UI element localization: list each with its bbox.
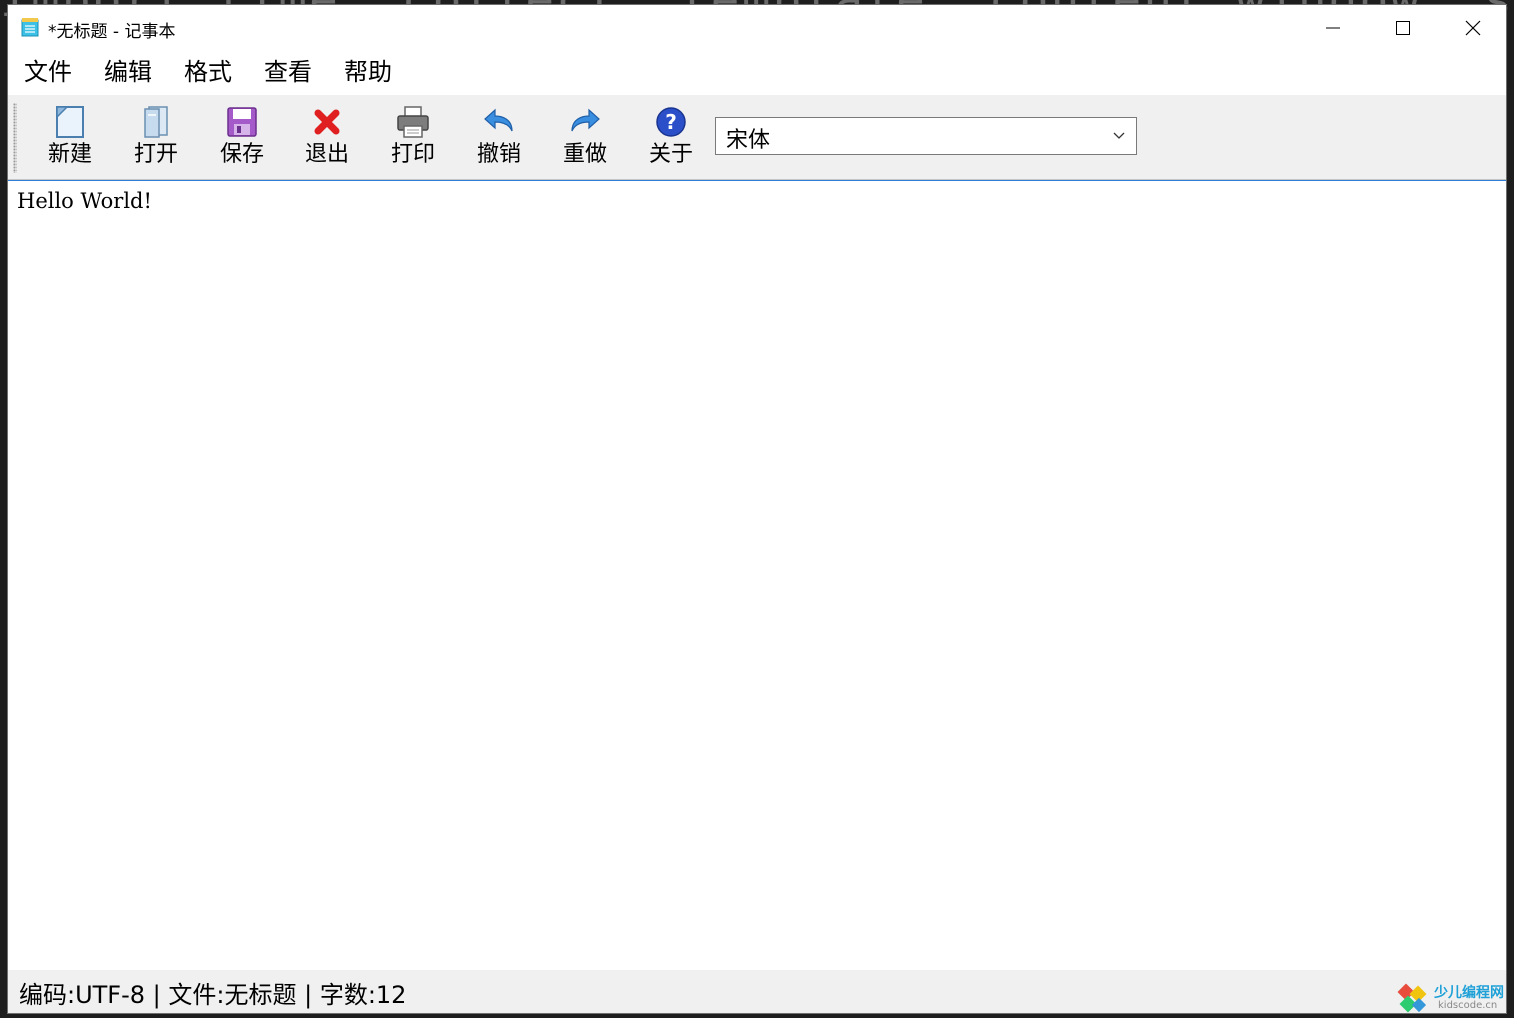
open-file-icon [144,106,168,138]
maximize-icon [1396,20,1410,35]
menu-file[interactable]: 文件 [8,50,88,95]
new-button[interactable]: 新建 [27,101,113,173]
window-title: *无标题 - 记事本 [48,22,176,42]
new-label: 新建 [47,142,92,167]
open-label: 打开 [133,142,178,167]
exit-icon [314,109,340,135]
exit-label: 退出 [304,142,349,167]
save-icon [227,107,257,137]
font-select-value: 宋体 [726,128,771,153]
status-bar: 编码:UTF-8 | 文件:无标题 | 字数:12 [8,970,1506,1013]
print-button[interactable]: 打印 [370,101,456,173]
print-label: 打印 [390,142,435,167]
about-button[interactable]: ? 关于 [628,101,714,173]
watermark: 少儿编程网 kidscode.cn [1394,980,1514,1018]
exit-button[interactable]: 退出 [284,101,370,173]
undo-button[interactable]: 撤销 [456,101,542,173]
title-bar[interactable]: *无标题 - 记事本 [8,5,1506,50]
menu-bar: 文件 编辑 格式 查看 帮助 [8,50,1506,95]
font-select[interactable]: 宋体 [715,117,1137,155]
printer-icon [397,106,429,138]
new-document-icon [56,106,84,138]
save-label: 保存 [219,142,264,167]
toolbar: 新建 打开 保存 退出 打印 撤销 重做 ? 关于 宋体 [8,95,1506,180]
notepad-app-icon [21,18,39,37]
svg-text:?: ? [665,110,677,134]
redo-button[interactable]: 重做 [542,101,628,173]
minimize-button[interactable] [1298,5,1368,50]
redo-icon [571,108,600,132]
undo-label: 撤销 [476,142,521,167]
save-button[interactable]: 保存 [199,101,285,173]
maximize-button[interactable] [1368,5,1438,50]
text-editor[interactable]: Hello World! [8,180,1506,970]
editor-content: Hello World! [17,189,152,213]
redo-label: 重做 [562,142,607,167]
menu-view[interactable]: 查看 [248,50,328,95]
help-icon: ? [656,107,686,137]
watermark-site: kidscode.cn [1438,1000,1498,1011]
status-file: | 文件:无标题 [145,981,297,1009]
menu-edit[interactable]: 编辑 [88,50,168,95]
status-char-count: | 字数:12 [296,981,407,1009]
status-encoding: 编码:UTF-8 [19,981,146,1009]
close-icon [1465,20,1481,35]
minimize-icon [1326,27,1340,28]
watermark-name: 少儿编程网 [1434,985,1504,1001]
about-label: 关于 [648,142,693,167]
close-button[interactable] [1438,5,1506,50]
toolbar-grip[interactable] [13,103,17,173]
menu-help[interactable]: 帮助 [328,50,408,95]
watermark-logo-icon [1397,983,1427,1013]
menu-format[interactable]: 格式 [168,50,248,95]
undo-icon [484,108,513,132]
notepad-window: *无标题 - 记事本 文件 编辑 格式 查看 帮助 新建 打开 保存 退出 打印… [7,4,1507,1014]
open-button[interactable]: 打开 [113,101,199,173]
chevron-down-icon [1113,132,1125,139]
